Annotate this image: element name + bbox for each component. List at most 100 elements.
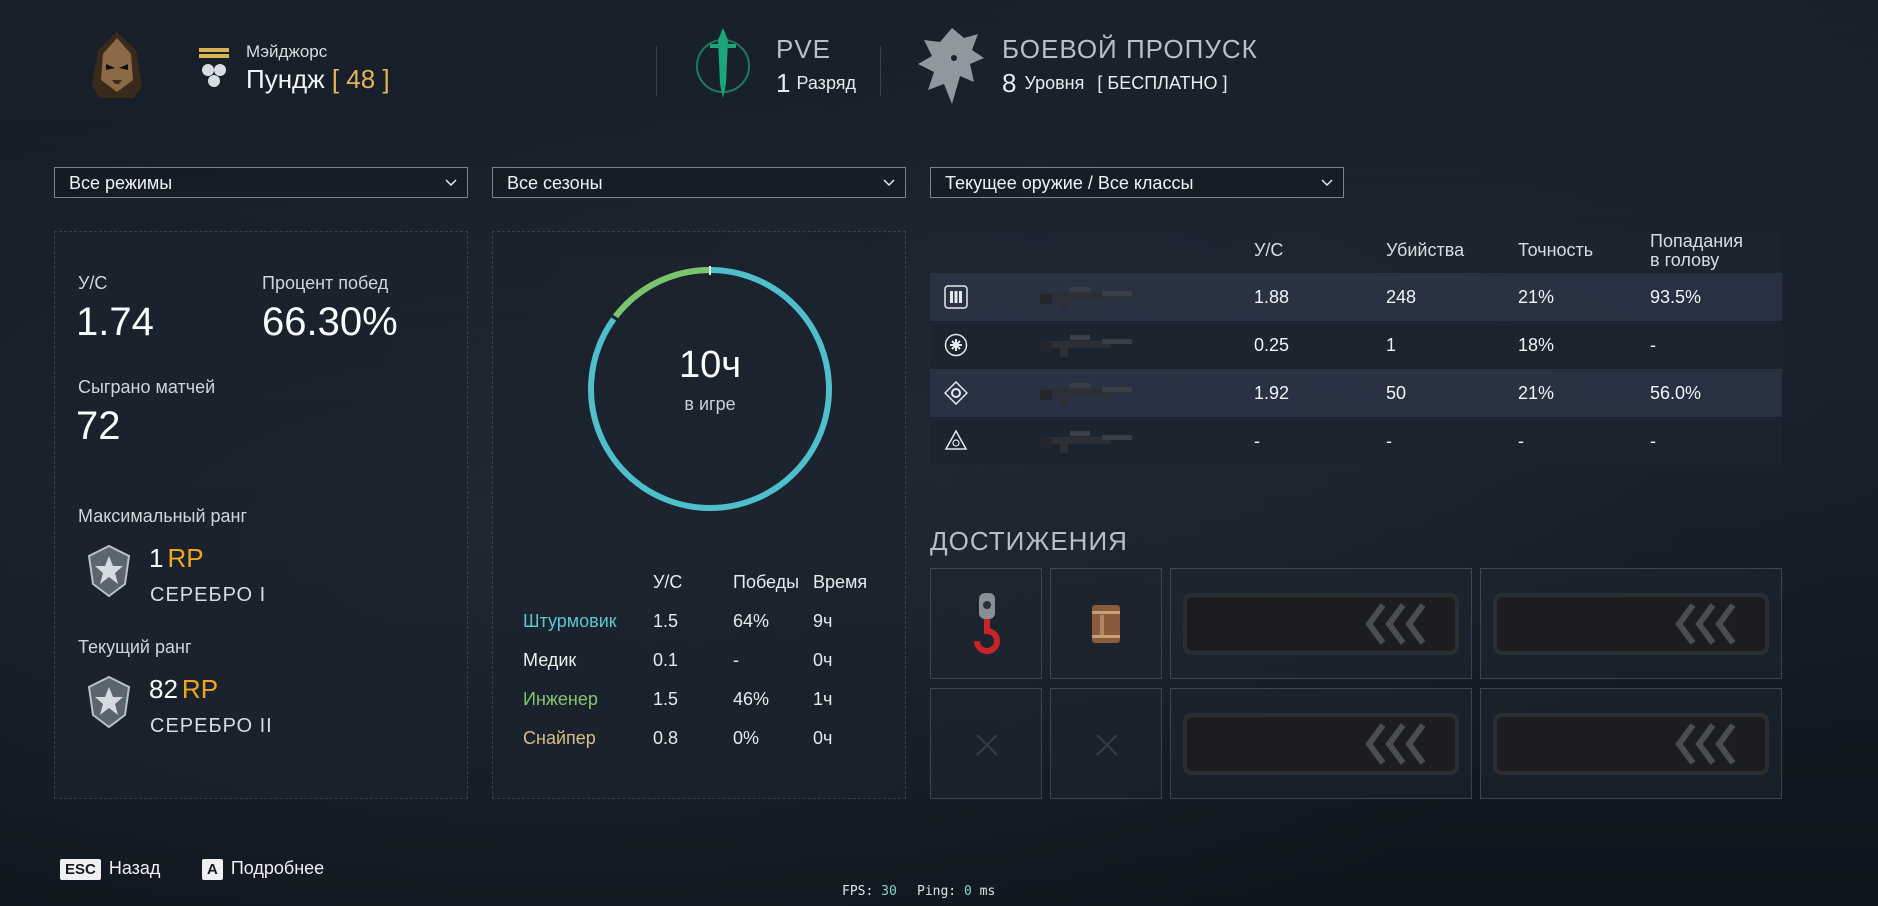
back-button[interactable]: ESC Назад [60,858,160,880]
banner-plate-icon [1183,713,1459,775]
ping-counter: Ping: 0 ms [917,884,995,899]
column-header: Убийства [1386,240,1465,260]
class-wins: 46% [733,689,770,709]
max-rank-unit: RP [167,543,204,573]
banner-plate-icon [1183,593,1459,655]
rank-badge-icon [199,48,229,87]
max-rank-value: 1 [149,543,164,573]
winrate-label: Процент побед [262,273,389,293]
class-name: Инженер [523,689,598,709]
weapon-accuracy: - [1518,431,1524,451]
achievement-banner-slot[interactable] [1170,568,1472,679]
season-dropdown-value: Все сезоны [507,173,603,193]
current-rank-value: 82 [149,674,178,704]
details-label: Подробнее [230,858,325,878]
weapon-headshots: - [1650,335,1656,355]
weapon-kills: 1 [1386,335,1397,355]
weapon-dropdown[interactable]: Текущее оружие / Все классы [930,167,1344,198]
weapon-kd: - [1254,431,1260,451]
max-rank-points: 1 RP [149,543,204,574]
weapon-kills: 248 [1386,287,1417,307]
class-wins: - [733,650,739,670]
mode-dropdown-value: Все режимы [69,173,173,193]
weapon-kd: 1.88 [1254,287,1290,307]
medic-icon [944,333,968,357]
max-rank-name: СЕРЕБРО I [150,584,267,606]
achievement-banner-slot[interactable] [1480,568,1782,679]
chevron-down-icon [1321,179,1333,187]
class-kd: 0.8 [653,728,679,748]
battle-pass-level: 8 Уровня [ БЕСПЛАТНО ] [1002,68,1228,99]
weapon-headshots: 93.5% [1650,287,1702,307]
class-name: Штурмовик [523,611,617,631]
column-header: У/С [1254,240,1284,260]
battle-pass-unit: Уровня [1024,73,1085,93]
profile-header: Мэйджорс Пундж [ 48 ] PVE 1 Разряд БОЕВОЙ… [0,0,1878,130]
class-time: 1ч [813,689,833,709]
weapon-kills: 50 [1386,383,1407,403]
weapon-kills: - [1386,431,1392,451]
winrate-value: 66.30% [262,300,398,344]
achievement-banner-slot[interactable] [1170,688,1472,799]
column-header: Время [813,572,868,592]
column-header: Точность [1518,240,1594,260]
weapon-table-header: У/С Убийства Точность Попадания в голову [930,231,1782,273]
banner-plate-icon [1493,593,1769,655]
summary-panel: У/С 1.74 Процент побед 66.30% Сыграно ма… [54,231,468,799]
weapon-row[interactable]: ---- [930,417,1782,465]
battle-pass-tag: [ БЕСПЛАТНО ] [1097,73,1228,93]
column-header: в голову [1650,250,1720,270]
nickname: Пундж [ 48 ] [246,64,390,95]
empty-x-icon [1096,734,1118,756]
battle-pass-title: БОЕВОЙ ПРОПУСК [1002,34,1258,64]
details-button[interactable]: A Подробнее [202,858,324,880]
weapon-accuracy: 21% [1518,383,1555,403]
achievement-slot-empty[interactable] [930,688,1042,799]
ammo-icon [944,285,968,309]
column-header: У/С [653,572,683,592]
playtime-value: 10ч [678,344,742,386]
achievement-slot[interactable] [930,568,1042,679]
weapon-kd: 1.92 [1254,383,1290,403]
current-rank-name: СЕРЕБРО II [150,715,273,737]
avatar[interactable] [86,30,148,100]
season-dropdown[interactable]: Все сезоны [492,167,906,198]
fps-label: FPS: [842,884,874,899]
matches-value: 72 [76,404,121,448]
weapon-row[interactable]: 0.25 1 18% - [930,321,1782,369]
back-label: Назад [108,858,161,878]
mode-dropdown[interactable]: Все режимы [54,167,468,198]
kd-value: 1.74 [76,300,154,344]
weapon-row[interactable]: 1.88 248 21% 93.5% [930,273,1782,321]
class-kd: 1.5 [653,689,679,709]
pve-sword-icon [696,28,750,98]
ping-value: 0 [963,884,972,899]
weapon-headshots: 56.0% [1650,383,1702,403]
weapon-stats-table: У/С Убийства Точность Попадания в голову… [930,231,1782,465]
achievement-slot-empty[interactable] [1050,688,1162,799]
ping-label: Ping: [917,884,957,899]
ping-unit: ms [979,884,996,899]
current-rank-points: 82 RP [149,674,218,705]
pve-rank: 1 Разряд [776,68,856,99]
class-name: Снайпер [523,728,596,748]
weapon-icon [1040,335,1132,357]
achievement-banner-slot[interactable] [1480,688,1782,799]
player-level: [ 48 ] [331,64,390,94]
current-rank-unit: RP [181,674,219,704]
dragon-emblem-icon [918,28,984,104]
weapon-accuracy: 18% [1518,335,1555,355]
empty-x-icon [976,734,998,756]
class-wins: 64% [733,611,770,631]
weapon-accuracy: 21% [1518,287,1555,307]
pve-rank-value: 1 [776,68,791,98]
hook-icon [974,593,1000,654]
playtime-caption: в игре [684,394,736,414]
weapon-row[interactable]: 1.92 50 21% 56.0% [930,369,1782,417]
engineer-icon [944,381,968,405]
silver-rank-icon [87,675,131,729]
achievement-slot[interactable] [1050,568,1162,679]
achievements-title: ДОСТИЖЕНИЯ [930,526,1128,556]
esc-key-hint: ESC [60,859,101,880]
pve-rank-unit: Разряд [796,73,856,93]
